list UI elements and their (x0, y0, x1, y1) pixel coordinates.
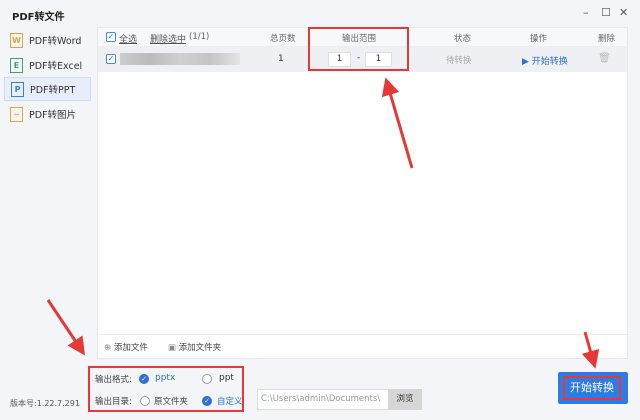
arrow-to-start (581, 331, 600, 369)
arrow-to-range (381, 77, 414, 169)
annotation-arrows (46, 77, 600, 369)
arrow-to-output (46, 299, 85, 356)
